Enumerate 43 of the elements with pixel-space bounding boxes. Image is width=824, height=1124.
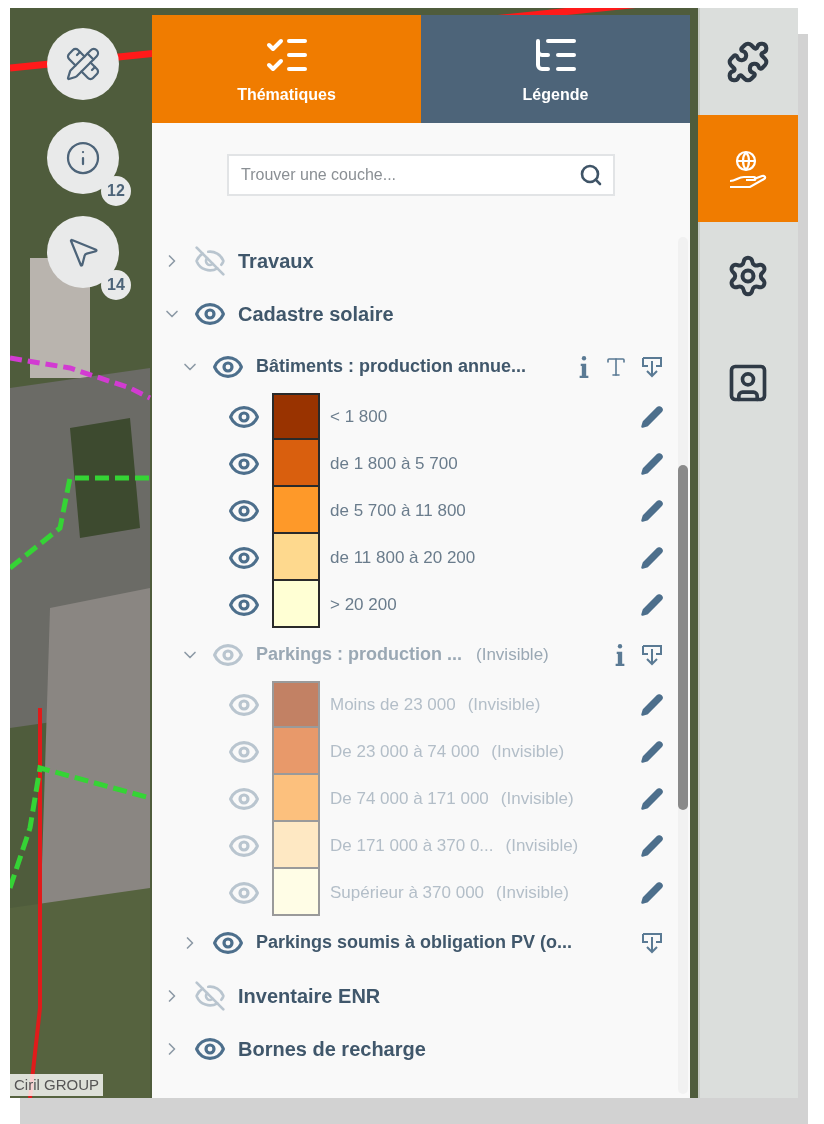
pen-icon[interactable] [640, 545, 664, 570]
layer-name[interactable]: Bâtiments : production annue... [256, 353, 526, 380]
download-icon[interactable] [640, 930, 664, 955]
status-label: (Invisible) [505, 834, 579, 857]
legend-label: de 5 700 à 11 800 [330, 499, 466, 522]
search-field[interactable]: Trouver une couche... [227, 154, 615, 196]
status-label: (Invisible) [476, 643, 549, 666]
pen-icon[interactable] [640, 404, 664, 429]
pen-icon[interactable] [640, 739, 664, 764]
legend-label: De 23 000 à 74 000 [330, 740, 480, 763]
pen-icon[interactable] [640, 786, 664, 811]
legend-label: Supérieur à 370 000 [330, 881, 485, 904]
status-label: (Invisible) [496, 881, 569, 904]
puzzle-icon [726, 39, 770, 84]
status-label: (Invisible) [500, 787, 574, 810]
layer-name[interactable]: Bornes de recharge [238, 1033, 426, 1064]
info-icon [65, 140, 101, 176]
pen-icon[interactable] [640, 880, 664, 905]
status-label: (Invisible) [491, 740, 565, 763]
attribution-text: Ciril GROUP [10, 1073, 103, 1096]
search-icon[interactable] [579, 163, 603, 187]
legend-label: de 11 800 à 20 200 [330, 546, 476, 569]
legend-label: Moins de 23 000 [330, 693, 456, 716]
layer-name[interactable]: Travaux [238, 245, 314, 276]
download-icon[interactable] [640, 354, 664, 379]
pen-icon[interactable] [640, 451, 664, 476]
scrollbar-thumb[interactable] [678, 465, 688, 810]
pen-icon[interactable] [640, 498, 664, 523]
legend-label: De 171 000 à 370 0... [330, 834, 494, 857]
pencil-ruler-icon [65, 46, 101, 82]
layer-name[interactable]: Cadastre solaire [238, 298, 394, 329]
layer-name[interactable]: Parkings soumis à obligation PV (o... [256, 929, 573, 956]
download-icon[interactable] [640, 642, 664, 667]
legend-label: de 1 800 à 5 700 [330, 452, 458, 475]
pen-icon[interactable] [640, 833, 664, 858]
pen-icon[interactable] [640, 692, 664, 717]
pen-icon[interactable] [640, 592, 664, 617]
status-label: (Invisible) [467, 693, 541, 716]
legend-label: < 1 800 [330, 405, 388, 428]
panel-tab[interactable]: Légende [421, 15, 690, 123]
layer-name[interactable]: Inventaire ENR [238, 980, 381, 1011]
legend-label: > 20 200 [330, 593, 397, 616]
legend-label: De 74 000 à 171 000 [330, 787, 489, 810]
